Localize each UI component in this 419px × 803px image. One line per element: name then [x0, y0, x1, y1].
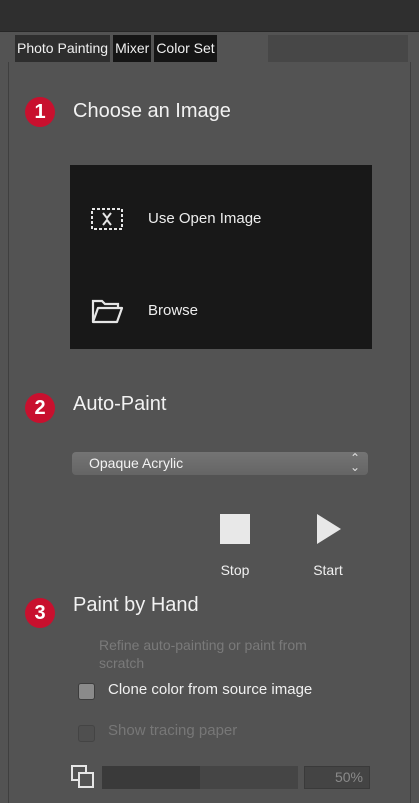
step-3-badge: 3 — [25, 598, 55, 628]
tracing-paper-label[interactable]: Show tracing paper — [108, 722, 237, 739]
start-label: Start — [313, 562, 343, 578]
use-open-image-label: Use Open Image — [148, 210, 262, 227]
stop-button[interactable]: Stop — [205, 512, 265, 582]
tab-color-set[interactable]: Color Set — [154, 35, 217, 62]
tab-mixer[interactable]: Mixer — [113, 35, 152, 62]
title-bar-divider — [0, 31, 419, 32]
stop-label: Stop — [220, 562, 250, 578]
clone-color-checkbox[interactable] — [78, 683, 95, 700]
paint-by-hand-hint-line-1: Refine auto-painting or paint from — [99, 637, 307, 653]
select-chevron-icon: ⌃ ⌄ — [350, 451, 361, 474]
step-1-badge: 1 — [25, 97, 55, 127]
auto-paint-style-select[interactable]: Opaque Acrylic ⌃ ⌄ — [72, 452, 368, 475]
tracing-opacity-slider[interactable] — [102, 766, 298, 789]
tracing-opacity-icon — [71, 765, 94, 788]
auto-paint-style-value: Opaque Acrylic — [89, 455, 184, 471]
browse-button[interactable]: Browse — [70, 288, 372, 334]
paint-by-hand-hint-line-2: scratch — [99, 655, 145, 671]
tracing-opacity-value[interactable]: 50% — [304, 766, 370, 789]
browse-label: Browse — [148, 302, 199, 319]
image-source-box: Use Open Image Browse — [70, 165, 372, 349]
tracing-paper-checkbox[interactable] — [78, 725, 95, 742]
step-2-badge: 2 — [25, 393, 55, 423]
tab-bar-fill — [268, 35, 408, 62]
step-1-title: Choose an Image — [73, 100, 231, 122]
stop-icon — [220, 514, 250, 544]
folder-icon — [91, 299, 124, 324]
tracing-opacity-slider-fill — [102, 766, 200, 789]
step-3-title: Paint by Hand — [73, 594, 199, 616]
panel-tabs: Photo Painting Mixer Color Set — [15, 35, 220, 62]
open-image-icon — [91, 208, 123, 230]
step-2-title: Auto-Paint — [73, 393, 167, 415]
use-open-image-button[interactable]: Use Open Image — [70, 196, 372, 242]
tab-photo-painting[interactable]: Photo Painting — [15, 35, 111, 62]
start-button[interactable]: Start — [298, 512, 358, 582]
play-icon — [317, 514, 341, 544]
title-bar — [0, 0, 419, 32]
clone-color-label[interactable]: Clone color from source image — [108, 681, 312, 698]
